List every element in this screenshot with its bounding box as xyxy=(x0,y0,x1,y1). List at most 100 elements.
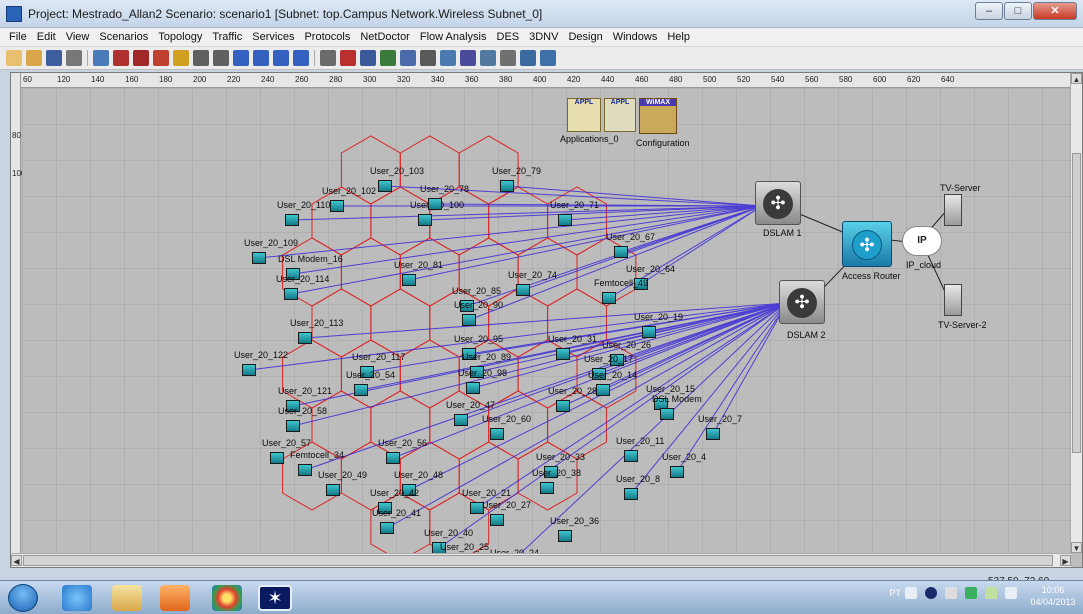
view-results-icon[interactable] xyxy=(340,50,356,66)
close-button[interactable]: ✕ xyxy=(1033,2,1077,20)
workstation-icon[interactable] xyxy=(298,332,312,344)
volume-icon[interactable] xyxy=(945,587,957,599)
print-icon[interactable] xyxy=(66,50,82,66)
workstation-icon[interactable] xyxy=(270,452,284,464)
scroll-up-icon[interactable]: ▲ xyxy=(1071,73,1082,84)
workstation-icon[interactable] xyxy=(660,408,674,420)
outlook-icon[interactable] xyxy=(160,585,190,611)
workstation-icon[interactable] xyxy=(284,288,298,300)
workstation-icon[interactable] xyxy=(462,314,476,326)
fail-node-icon[interactable] xyxy=(133,50,149,66)
workstation-icon[interactable] xyxy=(466,382,480,394)
dslam2-icon[interactable]: ✣ xyxy=(779,280,825,324)
workstation-icon[interactable] xyxy=(242,364,256,376)
tv-server-icon[interactable] xyxy=(944,194,962,226)
bluetooth-icon[interactable] xyxy=(925,587,937,599)
dslam1-icon[interactable]: ✣ xyxy=(755,181,801,225)
chrome-icon[interactable] xyxy=(212,585,242,611)
menu-topology[interactable]: Topology xyxy=(153,31,207,43)
minimize-button[interactable]: – xyxy=(975,2,1003,20)
object-palette-icon[interactable] xyxy=(93,50,109,66)
flow-analysis-icon[interactable] xyxy=(440,50,456,66)
language-indicator[interactable]: PT xyxy=(889,588,901,598)
workstation-icon[interactable] xyxy=(624,450,638,462)
wimax-configuration-icon[interactable]: WiMAX xyxy=(639,98,677,134)
workstation-icon[interactable] xyxy=(556,400,570,412)
menu-edit[interactable]: Edit xyxy=(32,31,61,43)
menu-file[interactable]: File xyxy=(4,31,32,43)
workstation-icon[interactable] xyxy=(428,198,442,210)
menu-3dnv[interactable]: 3DNV xyxy=(524,31,563,43)
workstation-icon[interactable] xyxy=(556,348,570,360)
return-to-parent-icon[interactable] xyxy=(173,50,189,66)
workstation-icon[interactable] xyxy=(418,214,432,226)
workstation-icon[interactable] xyxy=(378,180,392,192)
workstation-icon[interactable] xyxy=(602,292,616,304)
access-router-icon[interactable]: ✣ xyxy=(842,221,892,267)
netdoctor-icon[interactable] xyxy=(460,50,476,66)
opnet-taskbar-icon[interactable]: ✶ xyxy=(258,585,292,611)
scroll-right-icon[interactable]: ▶ xyxy=(1060,555,1071,566)
internet-explorer-icon[interactable] xyxy=(62,585,92,611)
ip-cloud-icon[interactable]: IP xyxy=(902,226,942,256)
workstation-icon[interactable] xyxy=(624,488,638,500)
new-file-icon[interactable] xyxy=(6,50,22,66)
horizontal-scroll-thumb[interactable] xyxy=(23,555,1053,566)
workstation-icon[interactable] xyxy=(670,466,684,478)
workstation-icon[interactable] xyxy=(386,452,400,464)
menu-windows[interactable]: Windows xyxy=(608,31,663,43)
grid-icon[interactable] xyxy=(540,50,556,66)
open-folder-icon[interactable] xyxy=(26,50,42,66)
topology-icon[interactable] xyxy=(400,50,416,66)
menu-traffic[interactable]: Traffic xyxy=(207,31,247,43)
vertical-scroll-thumb[interactable] xyxy=(1072,153,1081,453)
zoom-out-icon[interactable] xyxy=(213,50,229,66)
menu-des[interactable]: DES xyxy=(492,31,525,43)
workstation-icon[interactable] xyxy=(558,530,572,542)
flag-icon[interactable] xyxy=(1005,587,1017,599)
recover-node-icon[interactable] xyxy=(153,50,169,66)
scroll-left-icon[interactable]: ◀ xyxy=(11,555,22,566)
keyboard-icon[interactable] xyxy=(905,587,917,599)
menu-view[interactable]: View xyxy=(61,31,95,43)
report-icon[interactable] xyxy=(480,50,496,66)
check-links-icon[interactable] xyxy=(113,50,129,66)
workstation-icon[interactable] xyxy=(596,384,610,396)
analysis-icon[interactable] xyxy=(520,50,536,66)
applications-definition-icon[interactable]: APPL xyxy=(567,98,601,132)
workstation-icon[interactable] xyxy=(642,326,656,338)
start-button[interactable] xyxy=(8,584,38,612)
network-icon[interactable] xyxy=(965,587,977,599)
hide-graphs-icon[interactable] xyxy=(360,50,376,66)
workstation-icon[interactable] xyxy=(298,464,312,476)
configure-des-icon[interactable] xyxy=(320,50,336,66)
workstation-icon[interactable] xyxy=(252,252,266,264)
wireless-icon[interactable] xyxy=(420,50,436,66)
menu-help[interactable]: Help xyxy=(662,31,695,43)
battery-icon[interactable] xyxy=(985,587,997,599)
menu-flow-analysis[interactable]: Flow Analysis xyxy=(415,31,492,43)
zoom-in-icon[interactable] xyxy=(193,50,209,66)
menu-protocols[interactable]: Protocols xyxy=(299,31,355,43)
configure-traffic-icon[interactable] xyxy=(233,50,249,66)
workstation-icon[interactable] xyxy=(454,414,468,426)
workstation-icon[interactable] xyxy=(614,246,628,258)
workstation-icon[interactable] xyxy=(490,428,504,440)
menu-netdoctor[interactable]: NetDoctor xyxy=(355,31,415,43)
workstation-icon[interactable] xyxy=(558,214,572,226)
scroll-down-icon[interactable]: ▼ xyxy=(1071,542,1082,553)
taskbar-clock[interactable]: 10:06 04/04/2013 xyxy=(1027,584,1079,608)
chart-icon[interactable] xyxy=(500,50,516,66)
network-canvas[interactable]: APPL Applications_0 APPL WiMAX Configura… xyxy=(22,88,1072,553)
menu-services[interactable]: Services xyxy=(247,31,299,43)
workstation-icon[interactable] xyxy=(354,384,368,396)
workstation-icon[interactable] xyxy=(706,428,720,440)
vertical-scrollbar[interactable]: ▲ ▼ xyxy=(1070,73,1082,553)
workstation-icon[interactable] xyxy=(286,420,300,432)
workstation-icon[interactable] xyxy=(326,484,340,496)
demand-traffic-icon[interactable] xyxy=(253,50,269,66)
workstation-icon[interactable] xyxy=(540,482,554,494)
profile-definition-icon[interactable]: APPL xyxy=(604,98,636,132)
workstation-icon[interactable] xyxy=(380,522,394,534)
workstation-icon[interactable] xyxy=(500,180,514,192)
